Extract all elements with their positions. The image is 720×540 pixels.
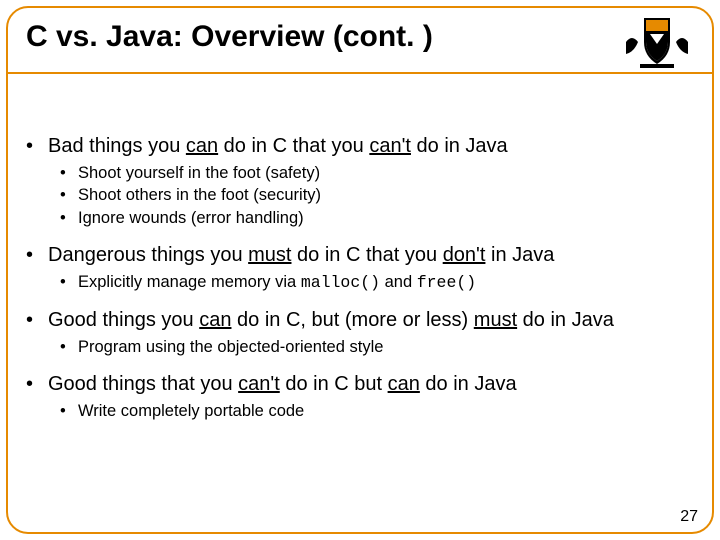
emphasis-must: must: [474, 309, 517, 331]
code-malloc: malloc(): [301, 273, 380, 292]
slide-content: • Bad things you can do in C that you ca…: [26, 120, 694, 423]
text: do in C, but (more or less): [231, 309, 473, 331]
text: Good things you: [48, 309, 199, 331]
bullet-bad-things: • Bad things you can do in C that you ca…: [26, 134, 694, 158]
text: Explicitly manage memory via: [78, 273, 301, 291]
emphasis-can: can: [199, 309, 231, 331]
text: do in Java: [420, 373, 517, 395]
bullet-good-things-java: • Good things that you can't do in C but…: [26, 372, 694, 396]
text: Shoot yourself in the foot (safety): [78, 162, 320, 184]
sub-bullet: •Program using the objected-oriented sty…: [60, 336, 694, 358]
sub-bullet: •Ignore wounds (error handling): [60, 207, 694, 229]
slide-title: C vs. Java: Overview (cont. ): [26, 20, 433, 54]
text: Bad things you: [48, 135, 186, 157]
bullet-dangerous-things: • Dangerous things you must do in C that…: [26, 243, 694, 267]
sub-bullet: • Explicitly manage memory via malloc() …: [60, 271, 694, 294]
code-free: free(): [417, 273, 476, 292]
text: do in Java: [517, 309, 614, 331]
text: do in Java: [411, 135, 508, 157]
text: Shoot others in the foot (security): [78, 184, 321, 206]
emphasis-must: must: [248, 244, 291, 266]
text: Good things that you: [48, 373, 238, 395]
text: in Java: [485, 244, 554, 266]
emphasis-can: can: [186, 135, 218, 157]
text: Dangerous things you: [48, 244, 248, 266]
text: do in C but: [280, 373, 388, 395]
text: Write completely portable code: [78, 400, 304, 422]
princeton-shield-logo: [620, 14, 694, 70]
text: do in C that you: [218, 135, 369, 157]
emphasis-cant: can't: [369, 135, 411, 157]
sub-bullet: •Shoot others in the foot (security): [60, 184, 694, 206]
title-divider: [8, 72, 712, 74]
text: Ignore wounds (error handling): [78, 207, 304, 229]
page-number: 27: [680, 508, 698, 526]
text: Program using the objected-oriented styl…: [78, 336, 383, 358]
sub-bullet: •Write completely portable code: [60, 400, 694, 422]
sub-bullet: •Shoot yourself in the foot (safety): [60, 162, 694, 184]
text: do in C that you: [291, 244, 442, 266]
emphasis-dont: don't: [443, 244, 486, 266]
text: and: [380, 273, 417, 291]
emphasis-cant: can't: [238, 373, 280, 395]
bullet-good-things-c: • Good things you can do in C, but (more…: [26, 308, 694, 332]
emphasis-can: can: [388, 373, 420, 395]
